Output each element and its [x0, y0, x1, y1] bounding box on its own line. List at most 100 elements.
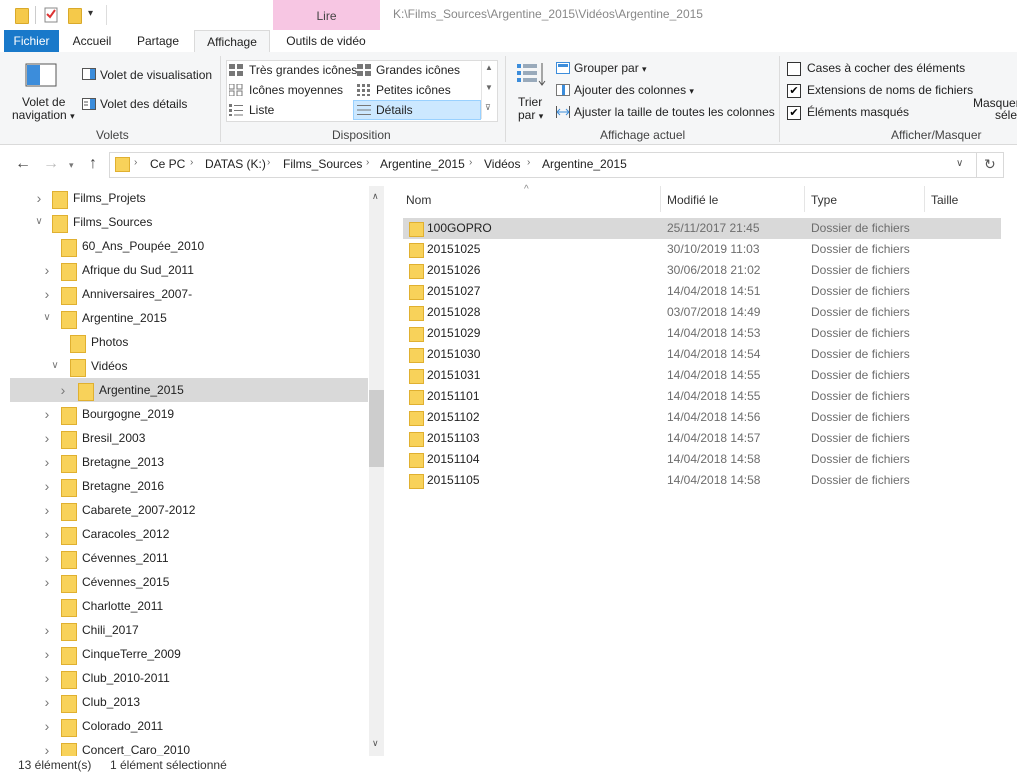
- tree-item[interactable]: › Cévennes_2011: [10, 546, 368, 570]
- column-header-taille[interactable]: Taille: [931, 193, 958, 207]
- expand-chevron-icon[interactable]: ›: [42, 450, 52, 474]
- breadcrumb-item[interactable]: Argentine_2015: [380, 157, 465, 171]
- expand-chevron-icon[interactable]: ›: [42, 666, 52, 690]
- tree-item[interactable]: › Chili_2017: [10, 618, 368, 642]
- navigation-pane-label-1[interactable]: Volet de: [22, 95, 65, 109]
- expand-chevron-icon[interactable]: ›: [42, 474, 52, 498]
- hide-selected-label-2[interactable]: séle: [995, 108, 1017, 122]
- expand-chevron-icon[interactable]: ›: [42, 522, 52, 546]
- breadcrumb-item[interactable]: Films_Sources: [283, 157, 362, 171]
- table-row[interactable]: 20151027 14/04/2018 14:51 Dossier de fichi…: [403, 281, 1001, 302]
- expand-chevron-icon[interactable]: ›: [42, 618, 52, 642]
- chevron-icon[interactable]: ›: [267, 157, 270, 168]
- layout-list[interactable]: Liste: [249, 103, 274, 117]
- layout-details[interactable]: Détails: [376, 103, 413, 117]
- breadcrumb-item[interactable]: Ce PC: [150, 157, 185, 171]
- layout-medium-icons[interactable]: Icônes moyennes: [249, 83, 343, 97]
- expand-chevron-icon[interactable]: ›: [42, 402, 52, 426]
- expand-chevron-icon[interactable]: ›: [42, 714, 52, 738]
- collapse-chevron-icon[interactable]: ∨: [42, 306, 52, 330]
- table-row[interactable]: 20151101 14/04/2018 14:55 Dossier de fichi…: [403, 386, 1001, 407]
- table-row[interactable]: 20151029 14/04/2018 14:53 Dossier de fichi…: [403, 323, 1001, 344]
- table-row[interactable]: 20151030 14/04/2018 14:54 Dossier de fichi…: [403, 344, 1001, 365]
- tree-item[interactable]: › Concert_Caro_2010: [10, 738, 368, 756]
- tree-item[interactable]: ∨ Films_Sources: [10, 210, 368, 234]
- navigation-pane-button[interactable]: navigation ▾: [12, 108, 75, 122]
- preview-pane-button[interactable]: Volet de visualisation: [100, 68, 212, 82]
- column-header-modifie[interactable]: Modifié le: [667, 193, 718, 207]
- chevron-icon[interactable]: ›: [527, 157, 530, 168]
- tab-affichage[interactable]: Affichage: [194, 30, 270, 54]
- breadcrumb-item[interactable]: Argentine_2015: [542, 157, 627, 171]
- collapse-chevron-icon[interactable]: ∨: [34, 210, 44, 234]
- column-divider[interactable]: [924, 186, 925, 212]
- tree-scrollbar-thumb[interactable]: [369, 390, 384, 467]
- folder-icon[interactable]: [15, 8, 29, 24]
- sort-by-button[interactable]: par ▾: [518, 108, 543, 122]
- table-row[interactable]: 20151028 03/07/2018 14:49 Dossier de fichi…: [403, 302, 1001, 323]
- address-dropdown-icon[interactable]: ∨: [956, 158, 963, 169]
- tree-item[interactable]: › Bourgogne_2019: [10, 402, 368, 426]
- back-arrow-icon[interactable]: ←: [15, 155, 31, 173]
- file-extensions-label[interactable]: Extensions de noms de fichiers: [807, 83, 973, 97]
- expand-chevron-icon[interactable]: ›: [58, 378, 68, 402]
- collapse-chevron-icon[interactable]: ∨: [50, 354, 60, 378]
- tree-item[interactable]: › Bretagne_2016: [10, 474, 368, 498]
- table-row[interactable]: 20151026 30/06/2018 21:02 Dossier de fichi…: [403, 260, 1001, 281]
- tree-item[interactable]: Photos: [10, 330, 368, 354]
- add-columns-button[interactable]: Ajouter des colonnes ▾: [574, 83, 694, 97]
- details-pane-button[interactable]: Volet des détails: [100, 97, 187, 111]
- tab-fichier[interactable]: Fichier: [4, 30, 59, 52]
- scroll-down-icon[interactable]: ∨: [372, 738, 379, 749]
- new-folder-icon[interactable]: [68, 8, 82, 24]
- table-row[interactable]: 100GOPRO 25/11/2017 21:45 Dossier de fichi…: [403, 218, 1001, 239]
- tab-partage[interactable]: Partage: [129, 30, 187, 52]
- sort-by-icon[interactable]: [515, 60, 547, 90]
- expand-chevron-icon[interactable]: ›: [42, 282, 52, 306]
- tab-outils-de-video[interactable]: Outils de vidéo: [274, 30, 378, 52]
- expand-chevron-icon[interactable]: ›: [42, 546, 52, 570]
- tab-accueil[interactable]: Accueil: [64, 30, 120, 52]
- refresh-button[interactable]: ↻: [977, 152, 1004, 178]
- up-arrow-icon[interactable]: ↑: [89, 155, 97, 173]
- tree-item[interactable]: › Afrique du Sud_2011: [10, 258, 368, 282]
- tree-item[interactable]: › Club_2013: [10, 690, 368, 714]
- sort-by-label-1[interactable]: Trier: [518, 95, 542, 109]
- expand-chevron-icon[interactable]: ›: [42, 738, 52, 756]
- layout-details-selected[interactable]: [353, 100, 481, 120]
- scroll-up-icon[interactable]: ▲: [485, 63, 493, 72]
- tree-scrollbar[interactable]: [369, 186, 384, 756]
- group-by-button[interactable]: Grouper par ▾: [574, 61, 647, 75]
- expand-chevron-icon[interactable]: ›: [42, 690, 52, 714]
- expand-chevron-icon[interactable]: ›: [42, 570, 52, 594]
- tree-item[interactable]: › Cévennes_2015: [10, 570, 368, 594]
- expand-chevron-icon[interactable]: ›: [42, 426, 52, 450]
- forward-arrow-icon[interactable]: →: [43, 155, 59, 173]
- fit-columns-button[interactable]: Ajuster la taille de toutes les colonnes: [574, 105, 775, 119]
- tree-item[interactable]: › Argentine_2015: [10, 378, 368, 402]
- chevron-icon[interactable]: ›: [366, 157, 369, 168]
- column-divider[interactable]: [660, 186, 661, 212]
- expand-chevron-icon[interactable]: ›: [34, 186, 44, 210]
- table-row[interactable]: 20151104 14/04/2018 14:58 Dossier de fichi…: [403, 449, 1001, 470]
- layout-extra-large-icons[interactable]: Très grandes icônes: [249, 63, 357, 77]
- tree-item[interactable]: › Bretagne_2013: [10, 450, 368, 474]
- table-row[interactable]: 20151025 30/10/2019 11:03 Dossier de fichi…: [403, 239, 1001, 260]
- tree-item[interactable]: › Anniversaires_2007-: [10, 282, 368, 306]
- tree-item[interactable]: › Colorado_2011: [10, 714, 368, 738]
- chevron-icon[interactable]: ›: [190, 157, 193, 168]
- table-row[interactable]: 20151105 14/04/2018 14:58 Dossier de fichi…: [403, 470, 1001, 491]
- hidden-items-checkbox[interactable]: ✔: [787, 106, 801, 120]
- item-checkboxes-checkbox[interactable]: [787, 62, 801, 76]
- chevron-icon[interactable]: ›: [134, 157, 137, 168]
- tree-item[interactable]: › Cabarete_2007-2012: [10, 498, 368, 522]
- breadcrumb-item[interactable]: DATAS (K:): [205, 157, 266, 171]
- layout-large-icons[interactable]: Grandes icônes: [376, 63, 460, 77]
- dropdown-arrow-icon[interactable]: ▾: [88, 8, 93, 19]
- gallery-expand-icon[interactable]: ⊽: [485, 103, 491, 112]
- navigation-pane-icon[interactable]: [24, 62, 60, 90]
- column-header-nom[interactable]: Nom: [406, 193, 431, 207]
- item-checkboxes-label[interactable]: Cases à cocher des éléments: [807, 61, 965, 75]
- tree-item[interactable]: ∨ Vidéos: [10, 354, 368, 378]
- breadcrumb-item[interactable]: Vidéos: [484, 157, 520, 171]
